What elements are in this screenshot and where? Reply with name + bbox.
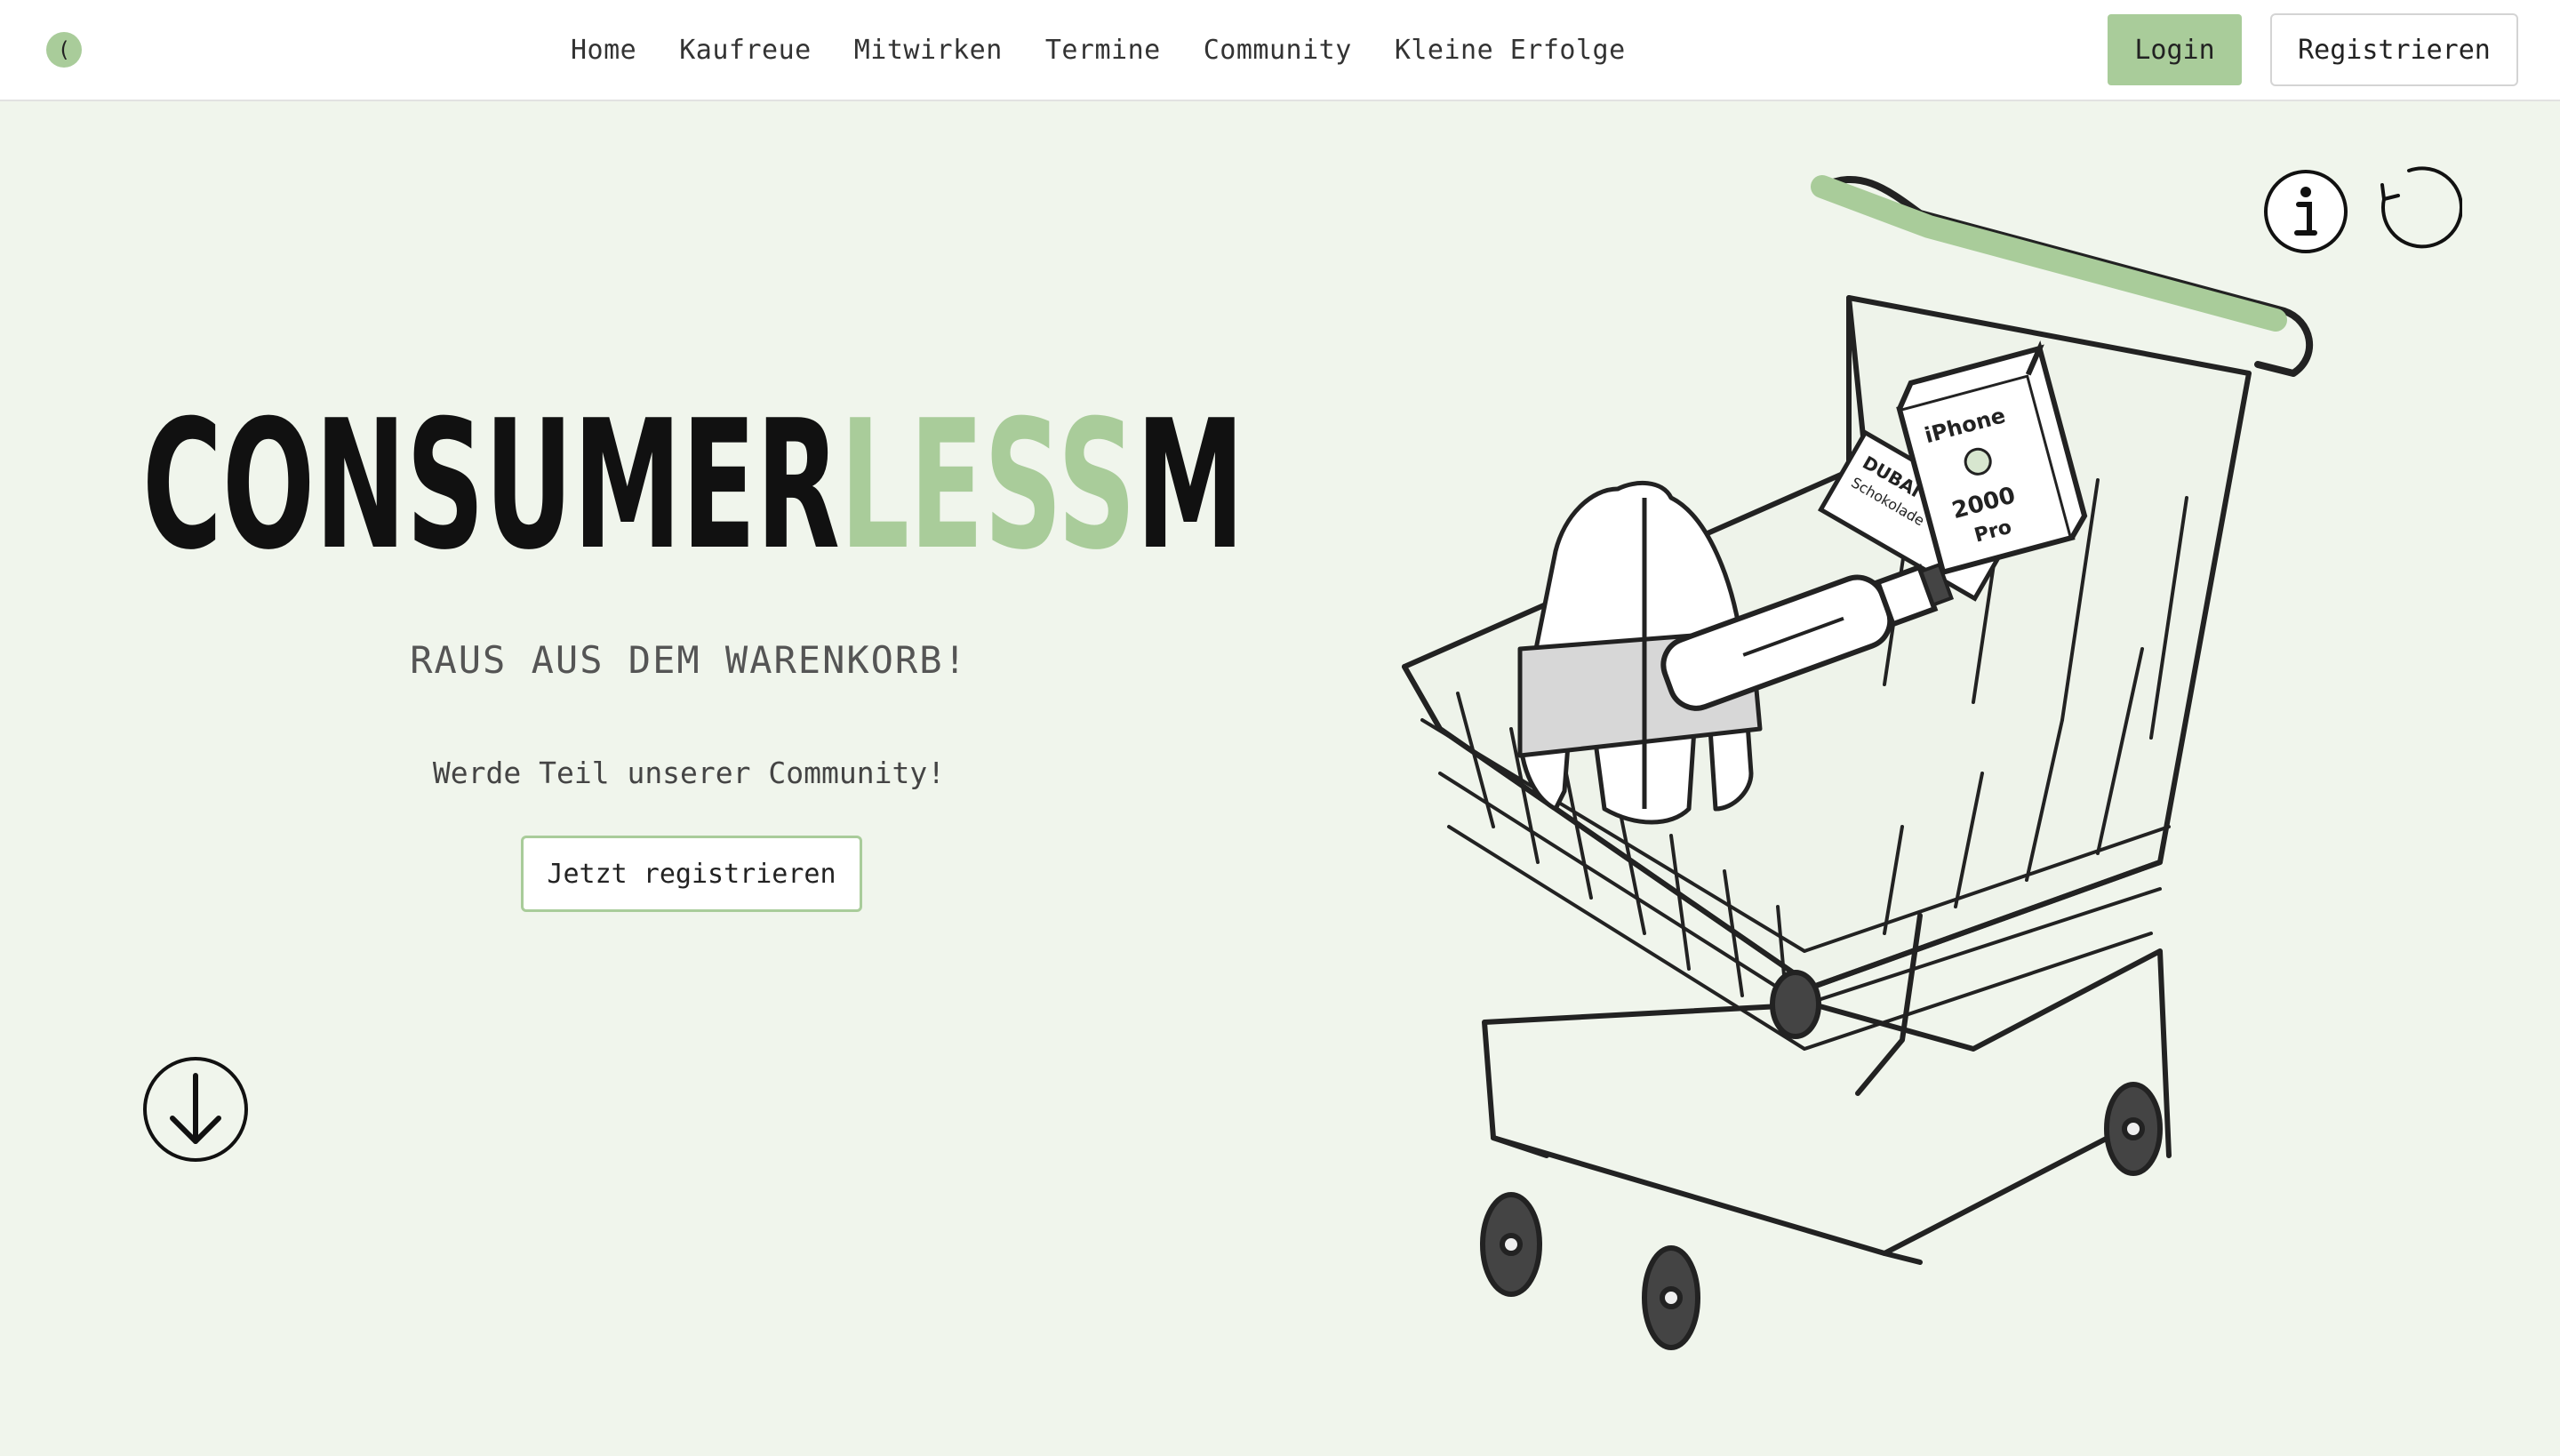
logo-icon[interactable]: ( [46, 32, 82, 68]
shopping-cart-illustration: DUBAI Schokolade iPhone 2000 Pro [1387, 151, 2373, 1369]
hero-title-svg: CONSUMERLESSM [142, 382, 1244, 589]
nav-item-mitwirken: Mitwirken [854, 35, 1003, 66]
login-button[interactable]: Login [2108, 14, 2242, 85]
nav-item-termine: Termine [1045, 35, 1161, 66]
nav-link-home[interactable]: Home [571, 35, 636, 66]
title-part-consumer: CONSUMER [142, 382, 840, 578]
nav-link-mitwirken[interactable]: Mitwirken [854, 35, 1003, 66]
cta-register-button[interactable]: Jetzt registrieren [521, 836, 862, 912]
nav-item-kaufreue: Kaufreue [679, 35, 812, 66]
hero-subline: Werde Teil unserer Community! [432, 756, 946, 790]
main-nav: Home Kaufreue Mitwirken Termine Communit… [571, 0, 1626, 100]
svg-text:CONSUMERLESSM: CONSUMERLESSM [142, 382, 1244, 578]
nav-link-kaufreue[interactable]: Kaufreue [679, 35, 812, 66]
top-navbar: ( Home Kaufreue Mitwirken Termine Commun… [0, 0, 2560, 101]
hero-title: CONSUMERLESSM [142, 364, 1244, 589]
reload-icon[interactable] [2373, 165, 2463, 254]
arrow-down-circle-icon[interactable] [142, 1056, 249, 1163]
nav-link-termine[interactable]: Termine [1045, 35, 1161, 66]
nav-item-kleine-erfolge: Kleine Erfolge [1395, 35, 1626, 66]
nav-item-home: Home [571, 35, 636, 66]
nav-link-community[interactable]: Community [1204, 35, 1352, 66]
info-circle-icon[interactable] [2263, 169, 2348, 254]
logo-glyph: ( [57, 37, 71, 62]
title-part-less: LESS [840, 382, 1136, 578]
hero-tagline: RAUS AUS DEM WARENKORB! [410, 638, 968, 682]
title-part-m: M [1136, 382, 1244, 578]
nav-link-kleine-erfolge[interactable]: Kleine Erfolge [1395, 35, 1626, 66]
register-button[interactable]: Registrieren [2270, 13, 2518, 86]
nav-item-community: Community [1204, 35, 1352, 66]
